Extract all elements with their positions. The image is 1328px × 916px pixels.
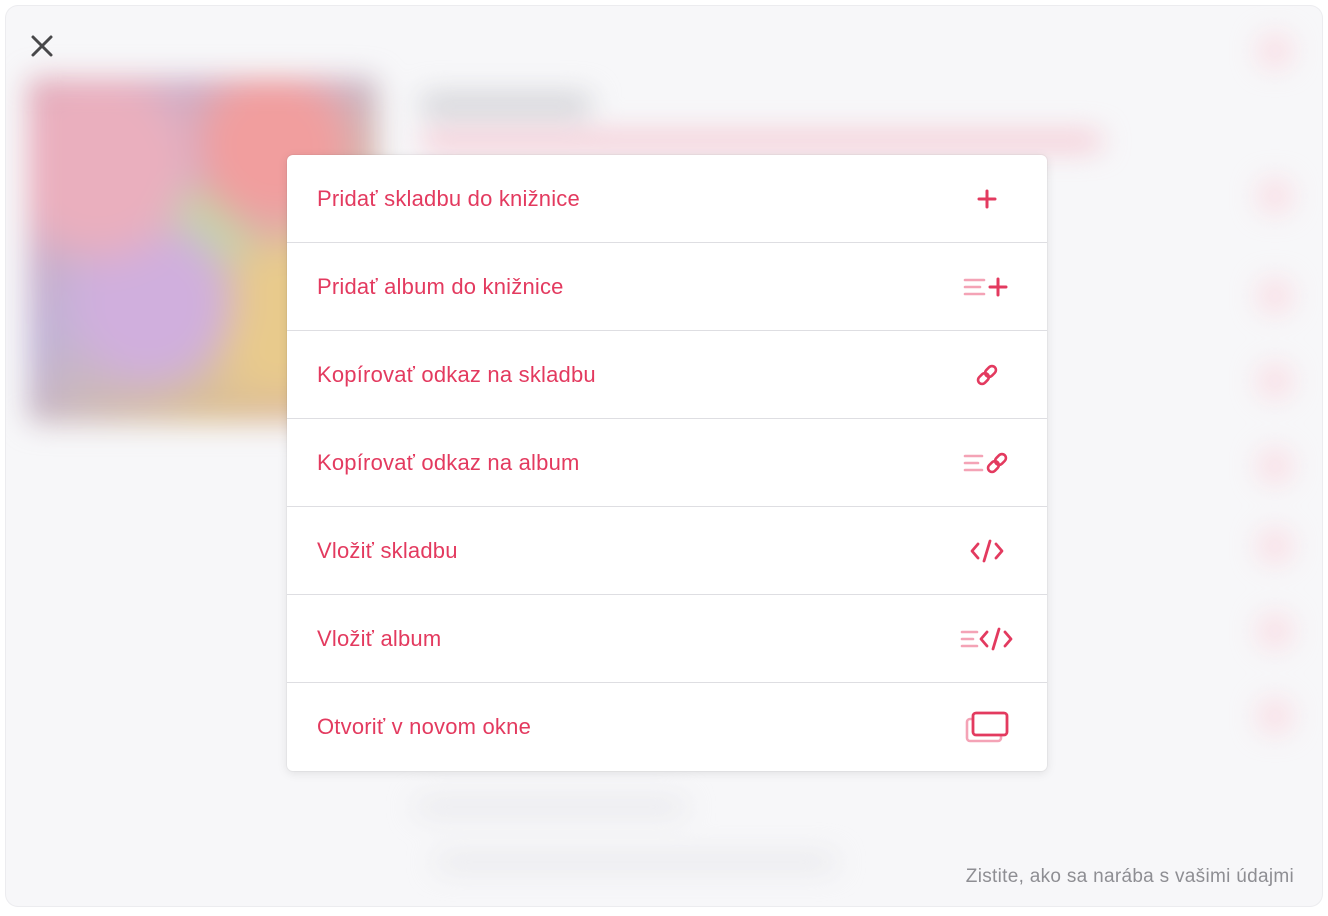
close-button[interactable] — [28, 34, 56, 62]
background-button — [1260, 366, 1290, 396]
background-button — [1260, 616, 1290, 646]
menu-item-add-album[interactable]: Pridať album do knižnice — [287, 243, 1047, 331]
plus-icon — [957, 181, 1017, 217]
menu-item-open-new-window[interactable]: Otvoriť v novom okne — [287, 683, 1047, 771]
menu-item-label: Vložiť album — [317, 625, 442, 651]
list-plus-icon — [957, 269, 1017, 305]
background-button — [1260, 181, 1290, 211]
app-window: Pridať skladbu do knižnice Pridať album … — [6, 6, 1322, 906]
menu-item-embed-album[interactable]: Vložiť album — [287, 595, 1047, 683]
background-title — [421, 94, 591, 116]
menu-item-label: Vložiť skladbu — [317, 537, 458, 563]
background-button — [1260, 451, 1290, 481]
list-code-icon — [957, 621, 1017, 657]
context-menu: Pridať skladbu do knižnice Pridať album … — [287, 155, 1047, 771]
background-line — [416, 801, 686, 813]
background-subtitle — [421, 134, 1101, 148]
background-button — [1260, 531, 1290, 561]
background-button — [1260, 36, 1290, 66]
code-icon — [957, 533, 1017, 569]
menu-item-label: Otvoriť v novom okne — [317, 714, 531, 739]
menu-item-add-song[interactable]: Pridať skladbu do knižnice — [287, 155, 1047, 243]
close-icon — [30, 34, 54, 63]
new-window-icon — [957, 709, 1017, 745]
menu-item-label: Kopírovať odkaz na skladbu — [317, 361, 596, 387]
menu-item-copy-song-link[interactable]: Kopírovať odkaz na skladbu — [287, 331, 1047, 419]
menu-item-label: Pridať skladbu do knižnice — [317, 185, 580, 211]
menu-item-label: Pridať album do knižnice — [317, 273, 564, 299]
background-line — [436, 856, 836, 868]
menu-item-embed-song[interactable]: Vložiť skladbu — [287, 507, 1047, 595]
background-button — [1260, 701, 1290, 731]
link-icon — [957, 357, 1017, 393]
menu-item-copy-album-link[interactable]: Kopírovať odkaz na album — [287, 419, 1047, 507]
list-link-icon — [957, 445, 1017, 481]
menu-item-label: Kopírovať odkaz na album — [317, 449, 580, 475]
privacy-link[interactable]: Zistite, ako sa narába s vašimi údajmi — [966, 866, 1294, 888]
background-button — [1260, 281, 1290, 311]
